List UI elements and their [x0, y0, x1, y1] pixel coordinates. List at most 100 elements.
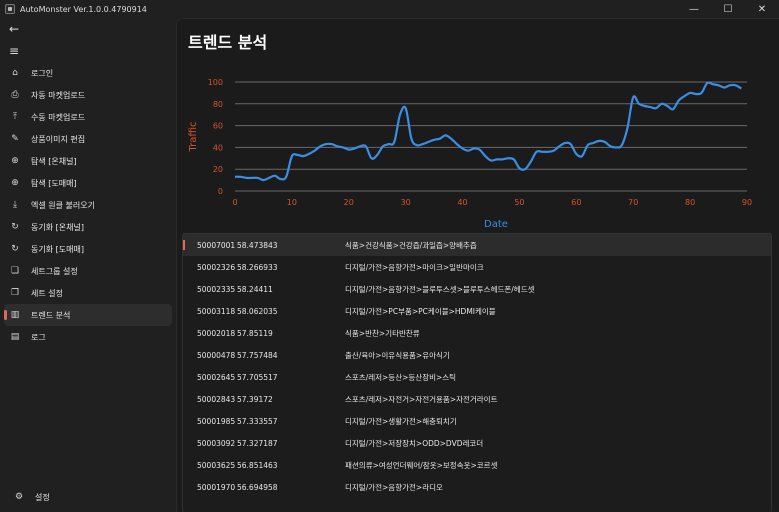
row-score: 58.24411: [237, 284, 273, 294]
sidebar-item-label: 설정: [35, 492, 50, 502]
row-category: 디지털/가전>음향가전>블루투스셋>블루투스헤드폰/헤드셋: [345, 284, 535, 294]
page-title: 트렌드 분석: [188, 33, 268, 52]
row-score: 57.705517: [237, 372, 278, 382]
sidebar-item-label: 수동 마켓업로드: [31, 112, 86, 122]
trend-table[interactable]: 50007001 58.473843 식품>건강식품>건강즙/과일즙>양배추즙 500…: [182, 233, 772, 512]
table-row[interactable]: 50003118 58.062035 디지털/가전>PC부품>PC케이블>HDMI케…: [183, 300, 771, 322]
sync-icon: ↻: [11, 222, 19, 232]
window-title: AutoMonster Ver.1.0.0.4790914: [20, 4, 147, 14]
table-row[interactable]: 50003625 56.851463 패션의류>여성언더웨어/잠옷>보정속옷>코르셋: [183, 454, 771, 476]
sidebar-item-label: 세트그룹 설정: [31, 266, 78, 276]
title-bar: AutoMonster Ver.1.0.0.4790914 — ☐ ✕: [0, 0, 779, 18]
row-category: 디지털/가전>PC부품>PC케이블>HDMI케이블: [345, 306, 496, 316]
sidebar-item-8[interactable]: ↻ 동기화 [온채널]: [4, 216, 172, 238]
sidebar-item-6[interactable]: ⊕ 탐색 [도매매]: [4, 172, 172, 194]
main-content: 트렌드 분석 0 20 40 60 80 100 0 10 20 30 40 50 60 70 80 90 Da…: [176, 18, 779, 512]
sidebar-item-1[interactable]: ⌂ 로그인: [4, 62, 172, 84]
sidebar: ← ≡ ⌂ 로그인 ⎙ 자동 마켓업로드 ⤒ 수동 마켓업로드 ✎ 상품이미지 편집 ⊕ 탐색 […: [0, 18, 176, 512]
x-tick-label: 90: [742, 198, 752, 207]
table-row[interactable]: 50002335 58.24411 디지털/가전>음향가전>블루투스셋>블루투스헤드…: [183, 278, 771, 300]
row-id: 50002645: [197, 372, 236, 382]
sidebar-item-5[interactable]: ⊕ 탐색 [온채널]: [4, 150, 172, 172]
x-axis-label: Date: [484, 219, 508, 230]
row-category: 식품>건강식품>건강즙/과일즙>양배추즙: [345, 240, 477, 250]
table-row[interactable]: 50002326 58.266933 디지털/가전>음향가전>마이크>일반마이크: [183, 256, 771, 278]
table-row[interactable]: 50001970 56.694958 디지털/가전>음향가전>라디오: [183, 476, 771, 498]
row-score: 57.333557: [237, 416, 278, 426]
y-tick-label: 100: [208, 78, 223, 87]
table-row[interactable]: 50002843 57.39172 스포츠/레저>자전거>자전거용품>자전거라이트: [183, 388, 771, 410]
table-row[interactable]: 50003092 57.327187 디지털/가전>저장장치>ODD>DVD레코더: [183, 432, 771, 454]
download-icon: ⤓: [13, 200, 17, 210]
sidebar-item-label: 탐색 [온채널]: [31, 156, 77, 166]
sidebar-item-2[interactable]: ⎙ 자동 마켓업로드: [4, 84, 172, 106]
sidebar-item-label: 엑셀 원클 불러오기: [31, 200, 95, 210]
sidebar-item-label: 동기화 [도매매]: [31, 244, 84, 254]
sidebar-item-settings[interactable]: ⚙ 설정: [8, 486, 176, 508]
sidebar-item-label: 로그인: [31, 68, 54, 78]
row-category: 디지털/가전>음향가전>라디오: [345, 482, 443, 492]
row-id: 50002843: [197, 394, 236, 404]
login-icon: ⌂: [12, 68, 18, 78]
row-score: 58.473843: [237, 240, 278, 250]
row-id: 50002018: [197, 328, 236, 338]
sidebar-item-3[interactable]: ⤒ 수동 마켓업로드: [4, 106, 172, 128]
row-id: 50003118: [197, 306, 236, 316]
sync-icon: ↻: [11, 244, 19, 254]
row-score: 58.266933: [237, 262, 278, 272]
x-tick-label: 0: [232, 198, 237, 207]
row-id: 50001985: [197, 416, 236, 426]
x-tick-label: 70: [628, 198, 638, 207]
y-tick-label: 0: [218, 187, 223, 196]
back-button[interactable]: ←: [0, 18, 176, 40]
auto-upload-icon: ⎙: [11, 90, 19, 100]
table-row[interactable]: 50002018 57.85119 식품>반찬>기타반찬류: [183, 322, 771, 344]
table-row[interactable]: 50007001 58.473843 식품>건강식품>건강즙/과일즙>양배추즙: [183, 234, 771, 256]
row-id: 50003092: [197, 438, 236, 448]
sidebar-item-11[interactable]: ❐ 세트 설정: [4, 282, 172, 304]
row-category: 출산/육아>이유식용품>유아식기: [345, 350, 450, 360]
row-score: 56.851463: [237, 460, 278, 470]
row-id: 50007001: [197, 240, 236, 250]
row-category: 식품>반찬>기타반찬류: [345, 328, 420, 338]
x-tick-label: 10: [287, 198, 297, 207]
globe-icon: ⊕: [11, 156, 19, 166]
row-id: 50001970: [197, 482, 236, 492]
close-button[interactable]: ✕: [745, 0, 779, 18]
row-category: 패션의류>여성언더웨어/잠옷>보정속옷>코르셋: [345, 460, 498, 470]
y-axis-label: Traffic: [188, 121, 199, 152]
gear-icon: ⚙: [14, 492, 24, 502]
row-score: 57.39172: [237, 394, 273, 404]
sidebar-item-12[interactable]: ▥ 트렌드 분석: [4, 304, 172, 326]
set-icon: ❐: [10, 288, 20, 298]
maximize-button[interactable]: ☐: [711, 0, 745, 18]
trend-icon: ▥: [10, 310, 20, 320]
sidebar-item-label: 트렌드 분석: [31, 310, 71, 320]
sidebar-item-10[interactable]: ❏ 세트그룹 설정: [4, 260, 172, 282]
nav-list: ⌂ 로그인 ⎙ 자동 마켓업로드 ⤒ 수동 마켓업로드 ✎ 상품이미지 편집 ⊕ 탐색 [온채널]…: [0, 62, 176, 348]
sidebar-item-label: 세트 설정: [31, 288, 63, 298]
sidebar-item-13[interactable]: ▤ 로그: [4, 326, 172, 348]
sidebar-item-7[interactable]: ⤓ 엑셀 원클 불러오기: [4, 194, 172, 216]
x-tick-label: 40: [457, 198, 467, 207]
app-icon: [5, 4, 15, 14]
globe-icon: ⊕: [11, 178, 19, 188]
row-category: 스포츠/레저>등산>등산장비>스틱: [345, 372, 457, 382]
row-category: 디지털/가전>음향가전>마이크>일반마이크: [345, 262, 484, 272]
table-row[interactable]: 50001985 57.333557 디지털/가전>생활가전>해충퇴치기: [183, 410, 771, 432]
menu-toggle-button[interactable]: ≡: [0, 40, 176, 62]
x-tick-label: 50: [514, 198, 524, 207]
row-category: 스포츠/레저>자전거>자전거용품>자전거라이트: [345, 394, 498, 404]
sidebar-item-label: 상품이미지 편집: [31, 134, 86, 144]
table-row[interactable]: 50002645 57.705517 스포츠/레저>등산>등산장비>스틱: [183, 366, 771, 388]
sidebar-item-label: 자동 마켓업로드: [31, 90, 86, 100]
minimize-button[interactable]: —: [677, 0, 711, 18]
x-tick-label: 80: [685, 198, 695, 207]
sidebar-item-4[interactable]: ✎ 상품이미지 편집: [4, 128, 172, 150]
row-score: 57.327187: [237, 438, 278, 448]
trend-chart: 0 20 40 60 80 100 0 10 20 30 40 50 60 70 80 90 Date Traff…: [188, 78, 752, 230]
table-row[interactable]: 50000478 57.757484 출산/육아>이유식용품>유아식기: [183, 344, 771, 366]
row-id: 50000478: [197, 350, 236, 360]
hamburger-icon: ≡: [9, 44, 20, 58]
sidebar-item-9[interactable]: ↻ 동기화 [도매매]: [4, 238, 172, 260]
